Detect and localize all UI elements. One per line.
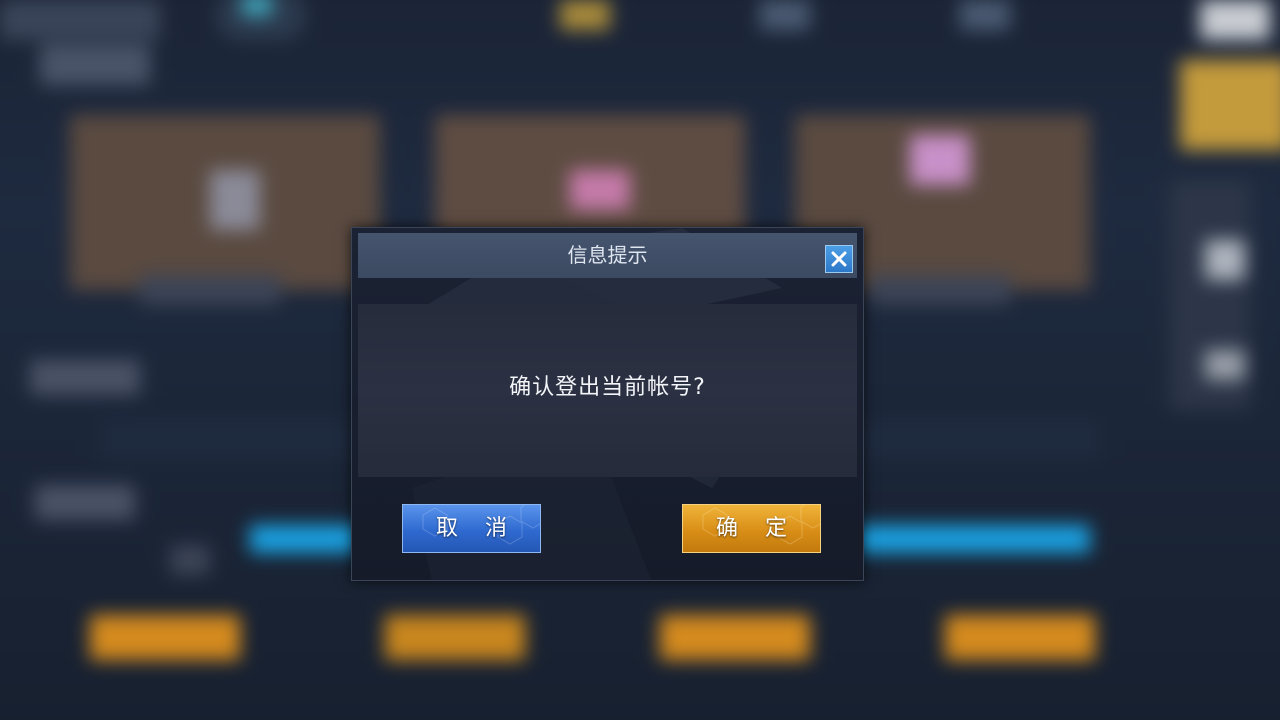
confirm-button[interactable]: 确 定: [682, 504, 821, 553]
message-panel: 确认登出当前帐号?: [358, 304, 857, 477]
dialog-header: 信息提示: [358, 233, 857, 278]
logout-confirm-dialog: 信息提示 确认登出当前帐号? 取 消 确 定: [351, 227, 864, 581]
confirm-button-label: 确 定: [716, 516, 797, 541]
dialog-message: 确认登出当前帐号?: [509, 375, 706, 400]
close-x-icon: [831, 251, 847, 267]
close-button[interactable]: [825, 245, 853, 273]
dialog-title: 信息提示: [567, 243, 648, 267]
cancel-button-label: 取 消: [436, 516, 517, 541]
cancel-button[interactable]: 取 消: [402, 504, 541, 553]
